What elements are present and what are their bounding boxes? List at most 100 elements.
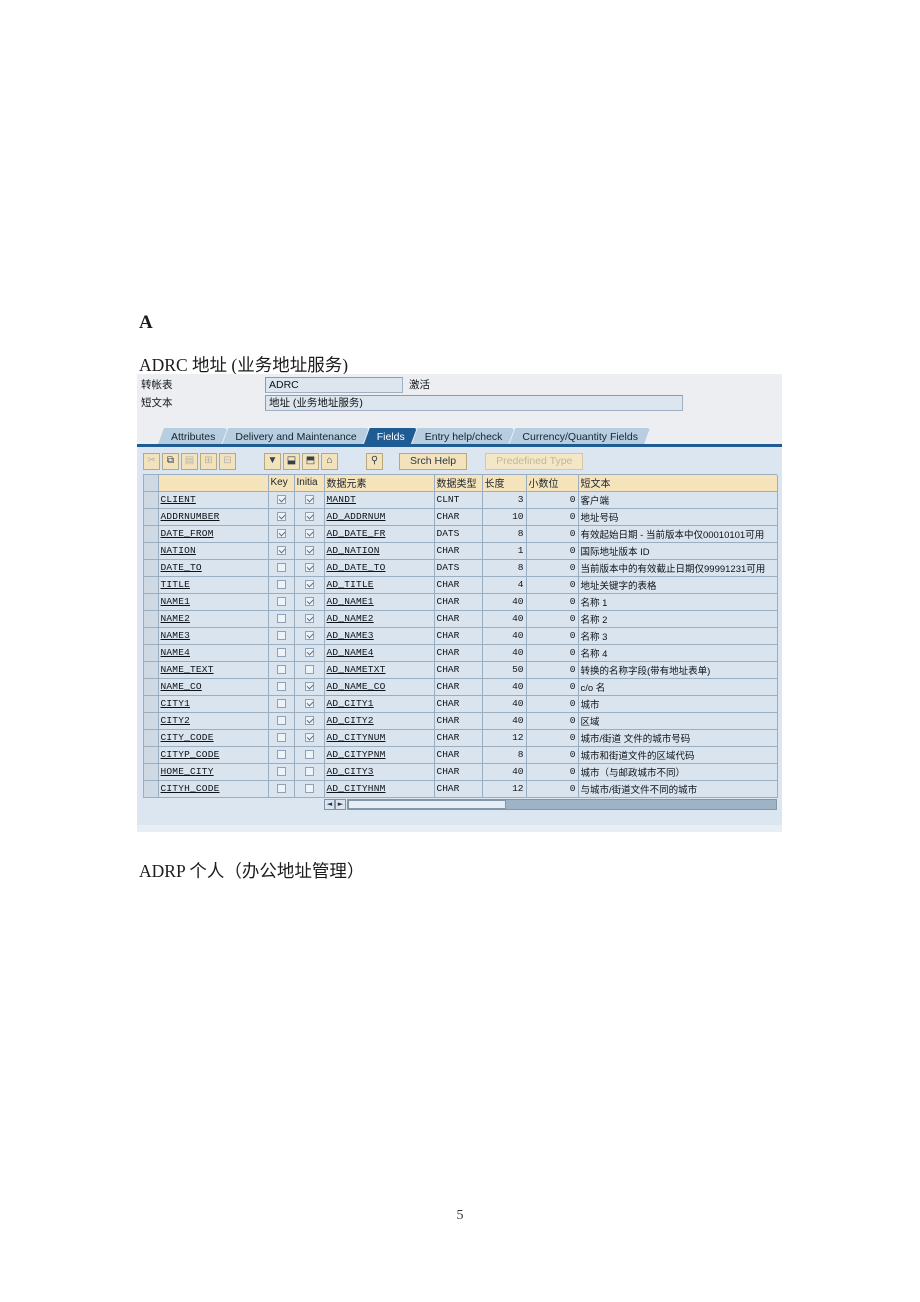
cell-decimals[interactable]: 0 — [526, 593, 579, 611]
cell-short-text[interactable]: 与城市/街道文件不同的城市 — [578, 780, 778, 798]
cell-initial-checkbox[interactable] — [294, 644, 325, 662]
cell-data-type[interactable]: CHAR — [434, 780, 483, 798]
cell-short-text[interactable]: 转换的名称字段(带有地址表单) — [578, 661, 778, 679]
cell-short-text[interactable]: 当前版本中的有效截止日期仅99991231可用 — [578, 559, 778, 577]
cell-short-text[interactable]: 名称 1 — [578, 593, 778, 611]
cell-data-element[interactable]: AD_DATE_TO — [324, 559, 435, 577]
field-name-link[interactable]: DATE_TO — [161, 562, 202, 573]
cell-decimals[interactable]: 0 — [526, 695, 579, 713]
cell-initial-checkbox[interactable] — [294, 576, 325, 594]
data-element-link[interactable]: AD_NAME1 — [327, 596, 374, 607]
cell-length[interactable]: 40 — [482, 695, 527, 713]
cell-field-name[interactable]: CITYP_CODE — [158, 746, 269, 764]
field-name-link[interactable]: TITLE — [161, 579, 191, 590]
key-checkbox-icon[interactable] — [276, 664, 286, 674]
field-name-link[interactable]: NAME3 — [161, 630, 191, 641]
cell-decimals[interactable]: 0 — [526, 491, 579, 509]
table-row[interactable]: HOME_CITY AD_CITY3 CHAR 40 0 城市（与邮政城市不同） — [144, 763, 778, 781]
row-selector-cell[interactable] — [144, 559, 159, 577]
cell-short-text[interactable]: 名称 4 — [578, 644, 778, 662]
cell-data-type[interactable]: DATS — [434, 559, 483, 577]
cell-initial-checkbox[interactable] — [294, 491, 325, 509]
cell-length[interactable]: 10 — [482, 508, 527, 526]
cell-decimals[interactable]: 0 — [526, 610, 579, 628]
row-selector-cell[interactable] — [144, 610, 159, 628]
table-row[interactable]: CLIENT MANDT CLNT 3 0 客户端 — [144, 491, 778, 509]
horizontal-scrollbar-thumb[interactable] — [348, 799, 507, 809]
table-row[interactable]: CITYH_CODE AD_CITYHNM CHAR 12 0 与城市/街道文件不同的城市 — [144, 780, 778, 798]
cell-initial-checkbox[interactable] — [294, 508, 325, 526]
row-selector-cell[interactable] — [144, 508, 159, 526]
initial-checkbox-icon[interactable] — [304, 579, 314, 589]
cell-field-name[interactable]: CITY2 — [158, 712, 269, 730]
cell-decimals[interactable]: 0 — [526, 559, 579, 577]
cell-initial-checkbox[interactable] — [294, 746, 325, 764]
row-selector-cell[interactable] — [144, 712, 159, 730]
cell-field-name[interactable]: NAME1 — [158, 593, 269, 611]
field-name-link[interactable]: CITY1 — [161, 698, 191, 709]
cell-initial-checkbox[interactable] — [294, 678, 325, 696]
field-name-link[interactable]: HOME_CITY — [161, 766, 214, 777]
initial-checkbox-icon[interactable] — [304, 630, 314, 640]
initial-checkbox-icon[interactable] — [304, 681, 314, 691]
delete-row-button[interactable]: ⊟ — [219, 452, 236, 470]
cell-initial-checkbox[interactable] — [294, 780, 325, 798]
cell-data-type[interactable]: CHAR — [434, 763, 483, 781]
cell-data-element[interactable]: AD_CITY3 — [324, 763, 435, 781]
cell-length[interactable]: 4 — [482, 576, 527, 594]
cell-data-type[interactable]: CHAR — [434, 542, 483, 560]
col-header-data-type[interactable]: 数据类型 — [434, 475, 483, 492]
col-header-short-text[interactable]: 短文本 — [578, 475, 778, 492]
initial-checkbox-icon[interactable] — [304, 664, 314, 674]
cell-short-text[interactable]: 名称 3 — [578, 627, 778, 645]
col-header-decimals[interactable]: 小数位 — [526, 475, 579, 492]
cell-length[interactable]: 8 — [482, 525, 527, 543]
cell-data-type[interactable]: CHAR — [434, 576, 483, 594]
cell-data-element[interactable]: AD_CITYPNM — [324, 746, 435, 764]
cell-data-element[interactable]: AD_CITY1 — [324, 695, 435, 713]
cell-initial-checkbox[interactable] — [294, 593, 325, 611]
field-name-link[interactable]: NAME1 — [161, 596, 191, 607]
initial-checkbox-icon[interactable] — [304, 715, 314, 725]
cell-data-type[interactable]: CHAR — [434, 712, 483, 730]
key-checkbox-icon[interactable] — [276, 715, 286, 725]
cell-key-checkbox[interactable] — [268, 525, 295, 543]
cell-length[interactable]: 8 — [482, 559, 527, 577]
cell-key-checkbox[interactable] — [268, 712, 295, 730]
cell-short-text[interactable]: c/o 名 — [578, 678, 778, 696]
key-checkbox-icon[interactable] — [276, 698, 286, 708]
key-checkbox-icon[interactable] — [276, 749, 286, 759]
cell-length[interactable]: 12 — [482, 780, 527, 798]
row-selector-cell[interactable] — [144, 746, 159, 764]
field-name-link[interactable]: NAME2 — [161, 613, 191, 624]
cell-field-name[interactable]: NATION — [158, 542, 269, 560]
table-row[interactable]: NATION AD_NATION CHAR 1 0 国际地址版本 ID — [144, 542, 778, 560]
cell-data-element[interactable]: AD_DATE_FR — [324, 525, 435, 543]
cell-decimals[interactable]: 0 — [526, 712, 579, 730]
cell-key-checkbox[interactable] — [268, 661, 295, 679]
col-header-initial[interactable]: Initia — [294, 475, 325, 492]
cell-key-checkbox[interactable] — [268, 780, 295, 798]
row-selector-cell[interactable] — [144, 661, 159, 679]
cell-key-checkbox[interactable] — [268, 695, 295, 713]
data-element-link[interactable]: MANDT — [327, 494, 357, 505]
cell-short-text[interactable]: 地址号码 — [578, 508, 778, 526]
cell-initial-checkbox[interactable] — [294, 559, 325, 577]
cell-short-text[interactable]: 国际地址版本 ID — [578, 542, 778, 560]
table-row[interactable]: CITY_CODE AD_CITYNUM CHAR 12 0 城市/街道 文件的城市号码 — [144, 729, 778, 747]
cell-short-text[interactable]: 城市 — [578, 695, 778, 713]
data-element-link[interactable]: AD_CITY3 — [327, 766, 374, 777]
field-name-link[interactable]: NATION — [161, 545, 196, 556]
cell-data-element[interactable]: MANDT — [324, 491, 435, 509]
sort-button[interactable]: ⌂ — [321, 452, 338, 470]
key-checkbox-icon[interactable] — [276, 545, 286, 555]
cell-key-checkbox[interactable] — [268, 729, 295, 747]
table-row[interactable]: NAME2 AD_NAME2 CHAR 40 0 名称 2 — [144, 610, 778, 628]
scroll-right-button[interactable]: ► — [335, 798, 346, 810]
cell-field-name[interactable]: NAME_TEXT — [158, 661, 269, 679]
data-element-link[interactable]: AD_NAME3 — [327, 630, 374, 641]
row-selector-cell[interactable] — [144, 729, 159, 747]
table-row[interactable]: DATE_FROM AD_DATE_FR DATS 8 0 有效起始日期 - 当前版本中仅… — [144, 525, 778, 543]
initial-checkbox-icon[interactable] — [304, 783, 314, 793]
cell-data-type[interactable]: CHAR — [434, 729, 483, 747]
